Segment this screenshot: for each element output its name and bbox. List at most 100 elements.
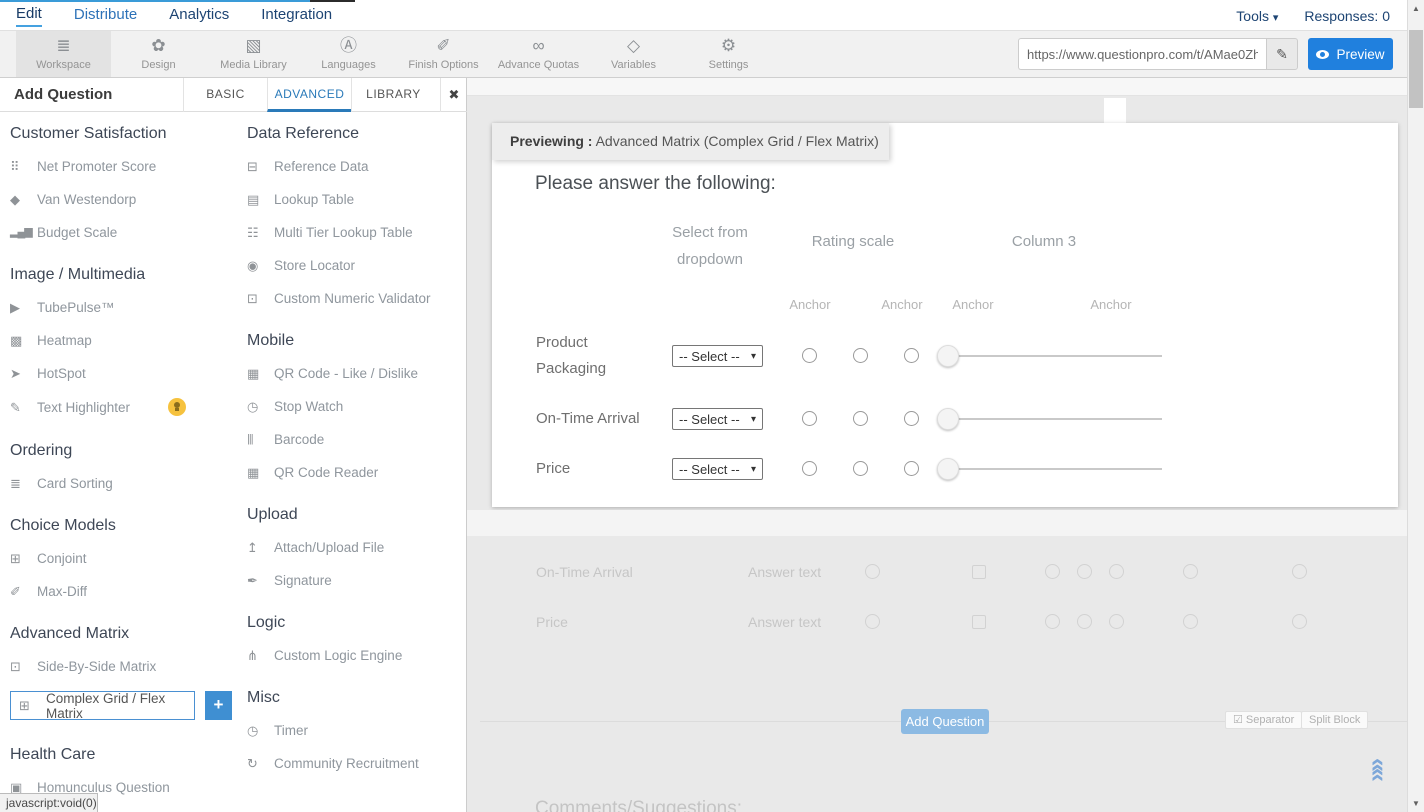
signature-pen-icon: ✒ <box>247 573 274 588</box>
toolbar-finish-options[interactable]: ✐ Finish Options <box>396 31 491 77</box>
item-multi-tier-lookup-table[interactable]: ☷ Multi Tier Lookup Table <box>247 224 462 240</box>
nav-edit[interactable]: Edit <box>16 5 42 27</box>
item-community-recruitment[interactable]: ↻ Community Recruitment <box>247 755 462 771</box>
previewing-header: Previewing : Advanced Matrix (Complex Gr… <box>492 123 889 160</box>
timer-icon: ◷ <box>247 723 274 738</box>
item-complex-grid-flex-matrix[interactable]: ⊞ Complex Grid / Flex Matrix <box>10 691 195 720</box>
tools-menu[interactable]: Tools ▾ <box>1236 8 1278 24</box>
slider-handle[interactable] <box>937 408 959 430</box>
dropdown-product-packaging[interactable]: -- Select --▾ <box>672 345 763 367</box>
item-custom-numeric-validator[interactable]: ⊡ Custom Numeric Validator <box>247 290 462 306</box>
scrollbar-down-arrow-icon[interactable]: ▼ <box>1408 799 1424 808</box>
slider-track[interactable] <box>948 418 1162 420</box>
item-card-sorting[interactable]: ≣ Card Sorting <box>10 475 242 491</box>
radio-button <box>1077 614 1092 629</box>
slider-track[interactable] <box>948 355 1162 357</box>
responses-count[interactable]: Responses: 0 <box>1304 8 1390 24</box>
add-question-button[interactable]: Add Question <box>901 709 989 734</box>
cursor-icon: ➤ <box>10 366 37 381</box>
item-max-diff[interactable]: ✐ Max-Diff <box>10 583 242 599</box>
radio-button[interactable] <box>904 348 919 363</box>
item-budget-scale[interactable]: ▂▄▆ Budget Scale <box>10 224 242 240</box>
toolbar-languages[interactable]: Ⓐ Languages <box>301 31 396 77</box>
item-stop-watch[interactable]: ◷ Stop Watch <box>247 398 462 414</box>
tab-library[interactable]: LIBRARY <box>351 78 435 112</box>
scrollbar-thumb[interactable] <box>1409 30 1423 108</box>
section-logic: Logic <box>247 614 462 632</box>
dropdown-on-time-arrival[interactable]: -- Select --▾ <box>672 408 763 430</box>
dropdown-price[interactable]: -- Select --▾ <box>672 458 763 480</box>
item-store-locator[interactable]: ◉ Store Locator <box>247 257 462 273</box>
close-panel-button[interactable]: ✖ <box>440 78 467 112</box>
item-barcode[interactable]: ||| Barcode <box>247 431 462 447</box>
question-text: Please answer the following: <box>535 173 776 195</box>
plus-icon: + <box>214 695 224 714</box>
item-van-westendorp[interactable]: ◆ Van Westendorp <box>10 191 242 207</box>
item-side-by-side-matrix[interactable]: ⊡ Side-By-Side Matrix <box>10 658 242 674</box>
radio-button[interactable] <box>802 461 817 476</box>
item-conjoint[interactable]: ⊞ Conjoint <box>10 550 242 566</box>
nav-analytics[interactable]: Analytics <box>169 6 229 26</box>
toolbar-advance-quotas[interactable]: ∞ Advance Quotas <box>491 31 586 77</box>
toolbar: ≣ Workspace ✿ Design ▧ Media Library Ⓐ L… <box>0 30 1424 78</box>
radio-button <box>865 564 880 579</box>
item-hotspot[interactable]: ➤ HotSpot <box>10 365 242 381</box>
item-attach-upload-file[interactable]: ↥ Attach/Upload File <box>247 539 462 555</box>
toolbar-variables[interactable]: ◇ Variables <box>586 31 681 77</box>
checkbox <box>972 565 986 579</box>
edit-url-button[interactable]: ✎ <box>1266 38 1298 70</box>
item-signature[interactable]: ✒ Signature <box>247 572 462 588</box>
radio-button[interactable] <box>904 461 919 476</box>
section-advanced-matrix: Advanced Matrix <box>10 625 242 643</box>
radio-button[interactable] <box>802 411 817 426</box>
slider-handle[interactable] <box>937 345 959 367</box>
toolbar-settings[interactable]: ⚙ Settings <box>681 31 776 77</box>
scrollbar[interactable]: ▲ ▼ <box>1407 0 1424 812</box>
scroll-to-top-button[interactable]: « « <box>1370 758 1400 792</box>
section-upload: Upload <box>247 506 462 524</box>
slider-track[interactable] <box>948 468 1162 470</box>
scrollbar-up-arrow-icon[interactable]: ▲ <box>1408 4 1424 13</box>
tab-advanced[interactable]: ADVANCED <box>267 78 351 112</box>
item-heatmap[interactable]: ▩ Heatmap <box>10 332 242 348</box>
split-block-button[interactable]: Split Block <box>1301 711 1368 729</box>
preview-button[interactable]: Preview <box>1308 38 1393 70</box>
highlighter-icon: ✎ <box>10 400 37 415</box>
radio-button <box>865 614 880 629</box>
section-image-multimedia: Image / Multimedia <box>10 266 242 284</box>
anchor-label: Anchor <box>943 297 1003 312</box>
row-label-on-time-arrival: On-Time Arrival <box>536 411 666 427</box>
radio-button[interactable] <box>853 348 868 363</box>
radio-button[interactable] <box>904 411 919 426</box>
item-reference-data[interactable]: ⊟ Reference Data <box>247 158 462 174</box>
tab-basic[interactable]: BASIC <box>183 78 267 112</box>
item-tubepulse[interactable]: ▶ TubePulse™ <box>10 299 242 315</box>
item-custom-logic-engine[interactable]: ⋔ Custom Logic Engine <box>247 647 462 663</box>
item-timer[interactable]: ◷ Timer <box>247 722 462 738</box>
nav-distribute[interactable]: Distribute <box>74 6 137 26</box>
item-qr-code-reader[interactable]: ▦ QR Code Reader <box>247 464 462 480</box>
item-net-promoter-score[interactable]: ⠿ Net Promoter Score <box>10 158 242 174</box>
section-data-reference: Data Reference <box>247 125 462 143</box>
toolbar-design[interactable]: ✿ Design <box>111 31 206 77</box>
survey-url-input[interactable] <box>1018 38 1266 70</box>
item-text-highlighter[interactable]: ✎ Text Highlighter <box>10 398 242 416</box>
item-lookup-table[interactable]: ▤ Lookup Table <box>247 191 462 207</box>
question-preview-card: Previewing : Advanced Matrix (Complex Gr… <box>492 123 1398 507</box>
item-qr-code-like-dislike[interactable]: ▦ QR Code - Like / Dislike <box>247 365 462 381</box>
matrix-icon: ⊡ <box>10 659 37 674</box>
toolbar-media-library[interactable]: ▧ Media Library <box>206 31 301 77</box>
checkbox <box>972 615 986 629</box>
nav-integration[interactable]: Integration <box>261 6 332 26</box>
panel-title: Add Question <box>14 78 112 112</box>
radio-button[interactable] <box>802 348 817 363</box>
separator-button[interactable]: ☑ Separator <box>1225 711 1302 729</box>
dimmed-editor-band <box>467 510 1407 536</box>
toolbar-workspace[interactable]: ≣ Workspace <box>16 31 111 77</box>
radio-button[interactable] <box>853 461 868 476</box>
add-complex-grid-button[interactable]: + <box>205 691 232 720</box>
slider-handle[interactable] <box>937 458 959 480</box>
price-tag-icon: ◆ <box>10 192 37 207</box>
grid-icon: ⊞ <box>19 698 46 713</box>
radio-button[interactable] <box>853 411 868 426</box>
